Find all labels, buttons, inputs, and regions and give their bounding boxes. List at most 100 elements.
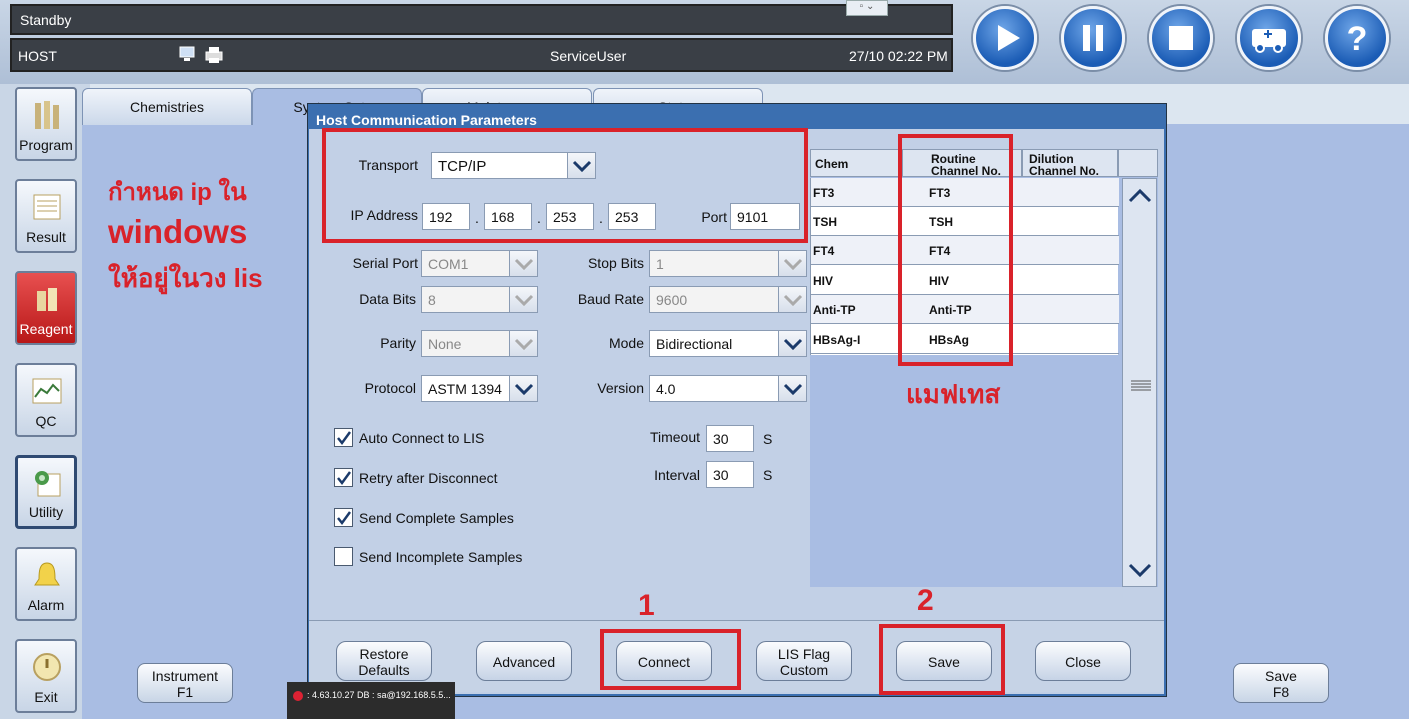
chevron-down-icon xyxy=(778,331,806,356)
interval-input[interactable]: 30 xyxy=(706,461,754,488)
annotation-table-note: แมฟเทส xyxy=(906,379,1001,409)
data-bits-select: 8 xyxy=(421,286,538,313)
timeout-label: Timeout xyxy=(649,429,700,445)
stop-bits-label: Stop Bits xyxy=(587,255,644,271)
host-label: HOST xyxy=(18,48,57,64)
highlight-box-connect xyxy=(600,629,741,690)
instrument-f1-button[interactable]: Instrument F1 xyxy=(137,663,233,703)
qc-chart-icon xyxy=(31,375,63,407)
chevron-down-icon[interactable] xyxy=(1125,555,1155,588)
chevron-down-icon xyxy=(509,251,537,276)
nav-label: Exit xyxy=(34,689,58,705)
nav-label: Reagent xyxy=(19,321,73,337)
step-number-2: 2 xyxy=(917,584,934,617)
nav-label: Result xyxy=(26,229,66,245)
auto-connect-label: Auto Connect to LIS xyxy=(359,430,485,446)
nav-program[interactable]: Program xyxy=(15,87,77,161)
nav-label: Utility xyxy=(28,504,64,520)
parity-label: Parity xyxy=(380,335,416,351)
annotation-line1: กำหนด ip ใน xyxy=(108,179,247,206)
chevron-down-icon xyxy=(509,287,537,312)
data-bits-label: Data Bits xyxy=(359,291,416,307)
protocol-select[interactable]: ASTM 1394 xyxy=(421,375,538,402)
timeout-input[interactable]: 30 xyxy=(706,425,754,452)
reagent-icon xyxy=(31,283,63,315)
mode-label: Mode xyxy=(608,335,644,351)
nav-label: Program xyxy=(19,137,73,153)
status-bar: Standby xyxy=(10,4,953,35)
nav-result[interactable]: Result xyxy=(15,179,77,253)
send-incomplete-checkbox[interactable] xyxy=(334,547,353,566)
step-number-1: 1 xyxy=(638,589,655,622)
highlight-box-save xyxy=(879,624,1005,695)
app-icon xyxy=(293,690,303,701)
nav-utility[interactable]: Utility xyxy=(15,455,77,529)
version-select[interactable]: 4.0 xyxy=(649,375,807,402)
chevron-down-icon xyxy=(509,376,537,401)
annotation-line3: ให้อยู่ในวง lis xyxy=(108,263,263,293)
dialog-title: Host Communication Parameters xyxy=(316,112,537,128)
result-icon xyxy=(31,191,63,223)
run-button[interactable] xyxy=(973,6,1037,70)
baud-rate-select: 9600 xyxy=(649,286,807,313)
nav-label: QC xyxy=(35,413,57,429)
baud-rate-label: Baud Rate xyxy=(577,291,644,307)
stop-button[interactable] xyxy=(1149,6,1213,70)
printer-icon xyxy=(204,45,224,68)
stop-bits-select: 1 xyxy=(649,250,807,277)
serial-port-select: COM1 xyxy=(421,250,538,277)
send-incomplete-label: Send Incomplete Samples xyxy=(359,549,523,565)
chevron-down-icon xyxy=(778,376,806,401)
chevron-down-icon xyxy=(509,331,537,356)
user-label: ServiceUser xyxy=(550,48,627,64)
interval-unit: S xyxy=(763,467,773,483)
nav-qc[interactable]: QC xyxy=(15,363,77,437)
chevron-down-icon xyxy=(778,287,806,312)
retry-label: Retry after Disconnect xyxy=(359,470,498,486)
svg-text:?: ? xyxy=(1347,20,1368,58)
help-button[interactable]: ? xyxy=(1325,6,1389,70)
chevron-down-icon xyxy=(778,251,806,276)
timeout-unit: S xyxy=(763,431,773,447)
tab-chemistries[interactable]: Chemistries xyxy=(82,88,252,125)
retry-checkbox[interactable] xyxy=(334,468,353,487)
chevron-up-icon[interactable] xyxy=(1125,181,1155,214)
serial-port-label: Serial Port xyxy=(352,255,418,271)
parity-select: None xyxy=(421,330,538,357)
lis-flag-custom-button[interactable]: LIS Flag Custom xyxy=(756,641,852,681)
col-spacer-header xyxy=(1118,149,1158,177)
advanced-button[interactable]: Advanced xyxy=(476,641,572,681)
interval-label: Interval xyxy=(654,467,700,483)
datetime-label: 27/10 02:22 PM xyxy=(849,48,948,64)
restore-defaults-button[interactable]: Restore Defaults xyxy=(336,641,432,681)
stat-button[interactable] xyxy=(1237,6,1301,70)
highlight-box-channels xyxy=(898,134,1013,366)
highlight-box-ip xyxy=(322,128,808,243)
nav-reagent[interactable]: Reagent xyxy=(15,271,77,345)
send-complete-checkbox[interactable] xyxy=(334,508,353,527)
auto-connect-checkbox[interactable] xyxy=(334,428,353,447)
nav-label: Alarm xyxy=(27,597,65,613)
computer-icon xyxy=(178,45,198,68)
mode-select[interactable]: Bidirectional xyxy=(649,330,807,357)
status-text: Standby xyxy=(20,12,72,28)
col-chem-header: Chem xyxy=(810,149,902,177)
power-icon xyxy=(31,651,63,683)
bell-icon xyxy=(31,559,63,591)
window-restore-control[interactable]: ▫ ⌄ xyxy=(846,0,888,16)
scroll-grip-icon[interactable] xyxy=(1131,379,1151,396)
send-complete-label: Send Complete Samples xyxy=(359,510,514,526)
pause-button[interactable] xyxy=(1061,6,1125,70)
info-bar: HOST ServiceUser 27/10 02:22 PM xyxy=(10,38,953,72)
taskbar-item[interactable]: : 4.63.10.27 DB : sa@192.168.5.5... xyxy=(287,682,455,719)
table-scrollbar[interactable] xyxy=(1122,178,1157,587)
utility-icon xyxy=(32,468,64,500)
annotation-line2: windows xyxy=(108,213,248,250)
col-dilution-header: Dilution Channel No. xyxy=(1022,149,1118,177)
nav-exit[interactable]: Exit xyxy=(15,639,77,713)
nav-alarm[interactable]: Alarm xyxy=(15,547,77,621)
close-button[interactable]: Close xyxy=(1035,641,1131,681)
protocol-label: Protocol xyxy=(364,380,416,396)
program-icon xyxy=(31,99,63,131)
save-f8-button[interactable]: Save F8 xyxy=(1233,663,1329,703)
